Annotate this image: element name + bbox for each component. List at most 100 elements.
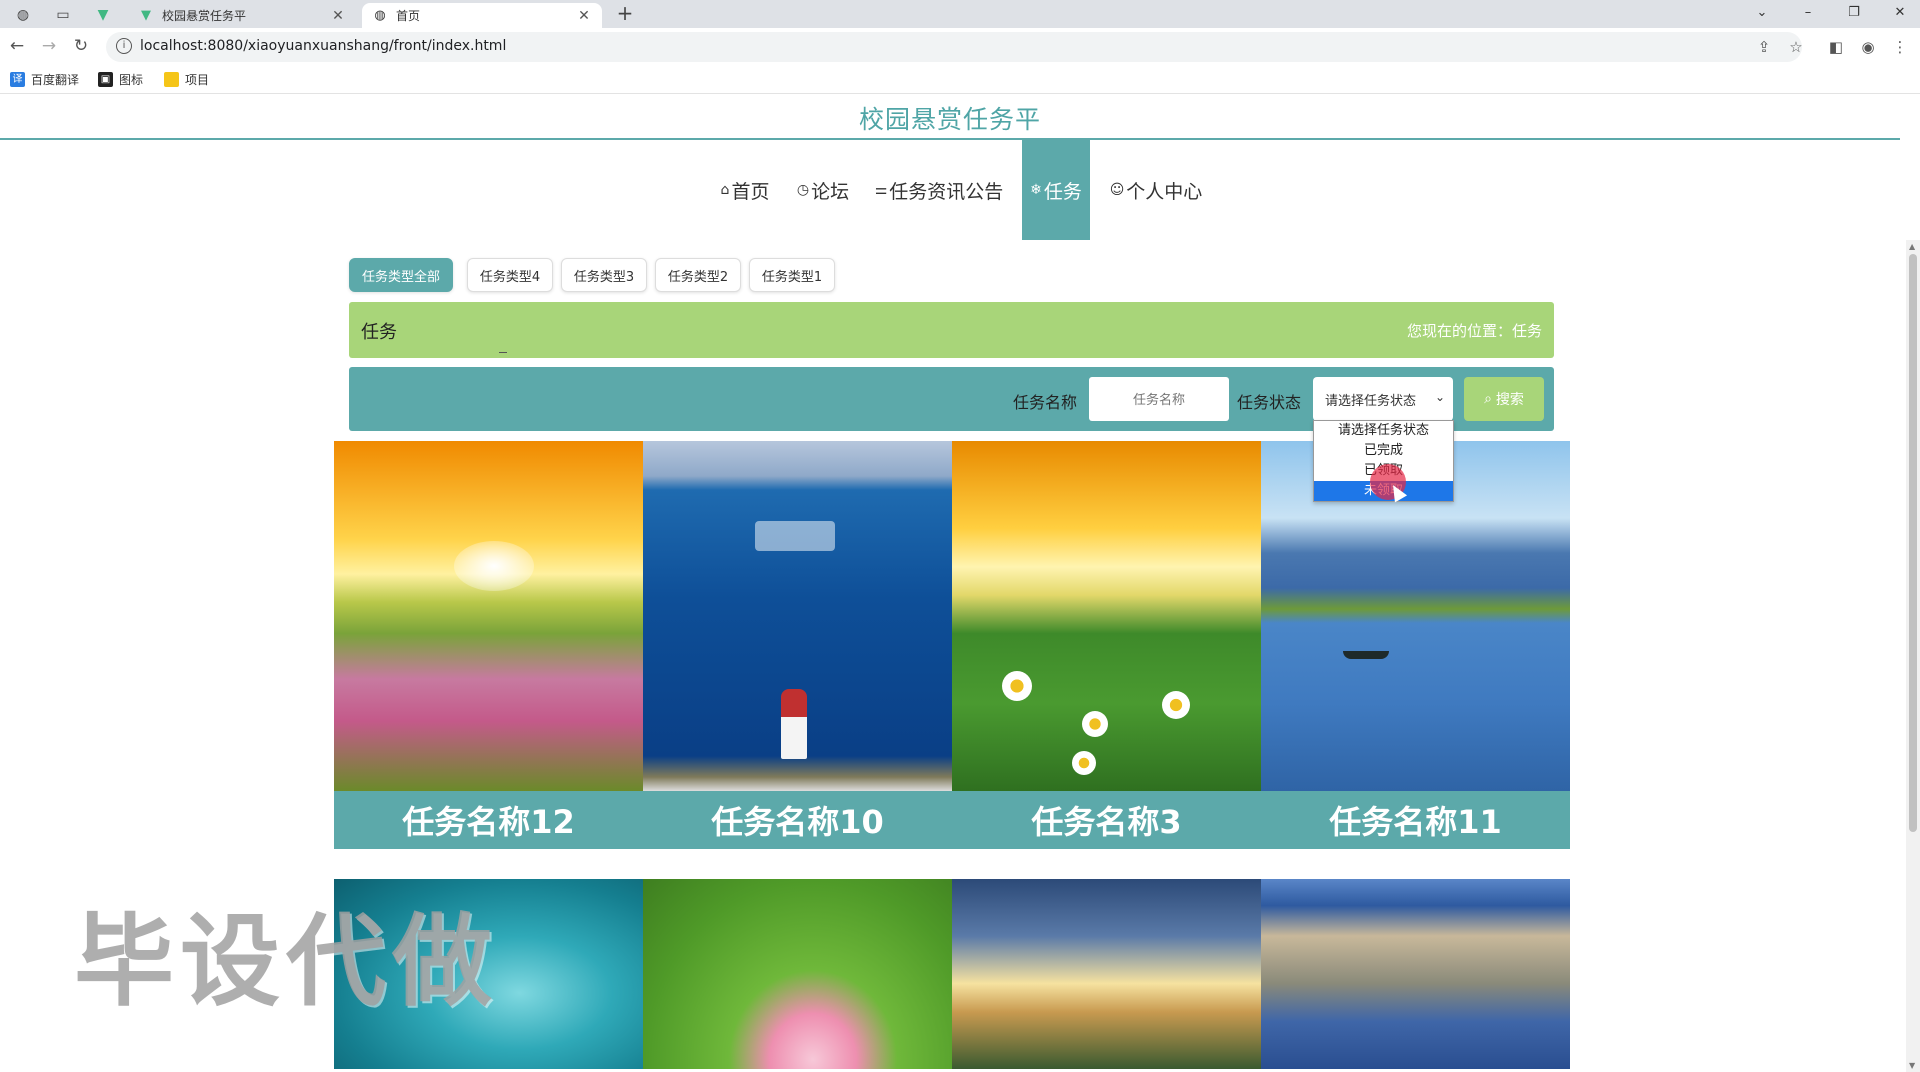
clock-icon: ◷ <box>796 182 810 198</box>
scrollbar-thumb[interactable] <box>1909 254 1917 832</box>
task-status-select[interactable]: 请选择任务状态 ⌄ <box>1313 377 1453 421</box>
close-window-icon[interactable]: ✕ <box>1880 0 1920 24</box>
task-card[interactable]: 任务名称12 <box>334 441 643 849</box>
bookmark-star-icon[interactable]: ☆ <box>1786 37 1806 57</box>
nav-home[interactable]: ⌂ 首页 <box>712 140 778 240</box>
close-icon[interactable]: ✕ <box>330 8 346 24</box>
tab-label: 校园悬赏任务平 <box>162 9 247 23</box>
daisy <box>1162 691 1190 719</box>
task-image-sunset-flowers[interactable] <box>334 441 643 791</box>
nav-label: 个人中心 <box>1126 180 1203 203</box>
daisy <box>1072 751 1096 775</box>
breadcrumb: 任务 您现在的位置：任务 <box>349 302 1554 358</box>
divider <box>499 352 507 353</box>
snowflake-icon: ❄ <box>1030 182 1042 198</box>
task-name[interactable]: 任务名称10 <box>643 791 952 849</box>
site-title: 校园悬赏任务平 <box>858 105 1041 134</box>
nav-label: 任务资讯公告 <box>889 180 1004 203</box>
pinned-tab-icon[interactable]: ▭ <box>46 3 80 27</box>
daisy <box>1002 671 1032 701</box>
bookmark-project[interactable]: 项目 <box>164 71 209 88</box>
vue-logo-icon[interactable]: ▼ <box>86 3 120 27</box>
nav-label: 任务 <box>1043 180 1082 203</box>
filter-type-4[interactable]: 任务类型4 <box>467 258 553 292</box>
translate-icon: 译 <box>10 72 25 87</box>
task-name[interactable]: 任务名称12 <box>334 791 643 849</box>
address-bar[interactable]: i localhost:8080/xiaoyuanxuanshang/front… <box>106 32 1802 62</box>
task-name-input[interactable] <box>1089 377 1229 421</box>
share-icon[interactable]: ⇪ <box>1754 37 1774 57</box>
task-card[interactable]: 任务名称11 <box>1261 441 1570 849</box>
info-icon[interactable]: i <box>116 38 132 54</box>
task-image-coastline[interactable] <box>1261 879 1570 1069</box>
status-option[interactable]: 已完成 <box>1314 441 1453 461</box>
task-card[interactable]: 任务名称3 <box>952 441 1261 849</box>
nav-tasks[interactable]: ❄ 任务 <box>1022 140 1090 240</box>
chevron-down-icon: ⌄ <box>1434 390 1445 404</box>
new-tab-button[interactable]: + <box>614 3 636 25</box>
filter-type-2[interactable]: 任务类型2 <box>655 258 741 292</box>
task-image-daisies[interactable] <box>952 441 1261 791</box>
bookmark-icons[interactable]: ▣ 图标 <box>98 71 143 88</box>
bookmark-label: 百度翻译 <box>31 73 80 87</box>
menu-icon[interactable]: ⋮ <box>1890 37 1910 57</box>
nav-announcements[interactable]: ⚌ 任务资讯公告 <box>868 140 1010 240</box>
restore-icon[interactable]: ❐ <box>1834 0 1874 24</box>
boat <box>1343 651 1389 659</box>
reload-icon[interactable]: ↻ <box>70 35 92 57</box>
search-button-label: 搜索 <box>1495 392 1524 408</box>
task-card[interactable] <box>1261 879 1570 1069</box>
bookmark-baidu-translate[interactable]: 译 百度翻译 <box>10 71 79 88</box>
daisy <box>1082 711 1108 737</box>
folder-icon <box>164 72 179 87</box>
scroll-up-icon[interactable]: ▲ <box>1909 242 1915 251</box>
task-image-cloud-sky[interactable] <box>952 879 1261 1069</box>
search-button[interactable]: ⌕ 搜索 <box>1464 377 1544 421</box>
list-icon: ⚌ <box>874 182 888 198</box>
filter-type-3[interactable]: 任务类型3 <box>561 258 647 292</box>
breadcrumb-position: 您现在的位置：任务 <box>1406 322 1542 340</box>
bookmarks-bar: 译 百度翻译 ▣ 图标 项目 <box>0 66 1920 94</box>
task-grid: 任务名称12 任务名称10 任务名称3 任务名称11 <box>334 441 1570 1069</box>
bookmark-label: 图标 <box>119 73 144 87</box>
nav-label: 论坛 <box>811 180 850 203</box>
browser-tabstrip: ◍ ▭ ▼ ▼ 校园悬赏任务平 ✕ ◍ 首页 ✕ + ⌄ – ❐ ✕ <box>0 0 1920 28</box>
sun-glow <box>454 541 534 591</box>
task-image-lotus[interactable] <box>643 879 952 1069</box>
select-value: 请选择任务状态 <box>1325 393 1417 409</box>
task-name-label: 任务名称 <box>1013 393 1078 412</box>
task-card[interactable] <box>643 879 952 1069</box>
image-title-logo <box>755 521 835 551</box>
side-panel-icon[interactable]: ◧ <box>1826 37 1846 57</box>
status-option[interactable]: 请选择任务状态 <box>1314 421 1453 441</box>
tab-label: 首页 <box>396 9 421 23</box>
browser-toolbar: ← → ↻ i localhost:8080/xiaoyuanxuanshang… <box>0 28 1920 66</box>
task-name[interactable]: 任务名称3 <box>952 791 1261 849</box>
profile-icon[interactable]: ◉ <box>1858 37 1878 57</box>
task-card[interactable]: 任务名称10 <box>643 441 952 849</box>
close-icon[interactable]: ✕ <box>576 8 592 24</box>
scroll-down-icon[interactable]: ▼ <box>1909 1061 1915 1070</box>
search-icon: ⌕ <box>1484 391 1492 407</box>
forward-icon[interactable]: → <box>38 35 60 57</box>
page-scrollbar[interactable]: ▲ ▼ <box>1906 240 1920 1072</box>
minimize-icon[interactable]: – <box>1788 0 1828 24</box>
user-icon: ☺ <box>1109 182 1125 198</box>
task-image-blue-lake[interactable] <box>643 441 952 791</box>
bookmark-label: 项目 <box>185 73 210 87</box>
task-card[interactable] <box>952 879 1261 1069</box>
image-icon: ▣ <box>98 72 113 87</box>
filter-all-types[interactable]: 任务类型全部 <box>349 258 453 292</box>
tab-task-platform[interactable]: ▼ 校园悬赏任务平 ✕ <box>128 3 356 28</box>
task-name[interactable]: 任务名称11 <box>1261 791 1570 849</box>
url-text: localhost:8080/xiaoyuanxuanshang/front/i… <box>140 38 507 54</box>
nav-forum[interactable]: ◷ 论坛 <box>790 140 856 240</box>
nav-personal-center[interactable]: ☺ 个人中心 <box>1104 140 1208 240</box>
filter-type-1[interactable]: 任务类型1 <box>749 258 835 292</box>
tab-home[interactable]: ◍ 首页 ✕ <box>362 3 602 28</box>
tab-search-icon[interactable]: ⌄ <box>1742 0 1782 24</box>
watermark-text: 毕设代做 <box>74 903 498 1020</box>
nav-label: 首页 <box>731 180 770 203</box>
globe-icon[interactable]: ◍ <box>6 3 40 27</box>
back-icon[interactable]: ← <box>6 35 28 57</box>
